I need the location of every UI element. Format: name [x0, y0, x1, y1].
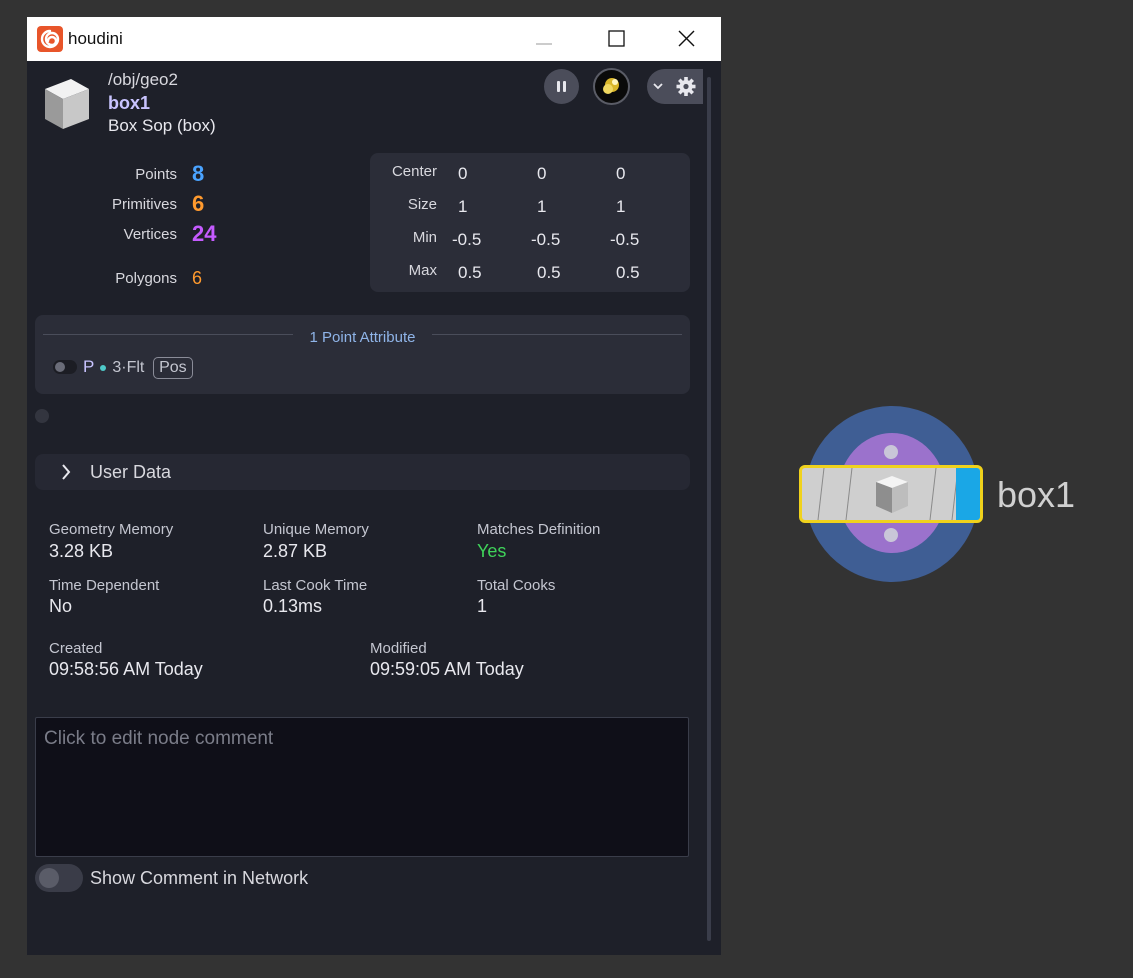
attribute-row-p[interactable]: P 3·Flt Pos — [83, 357, 193, 379]
unique-memory-value: 2.87 KB — [263, 541, 328, 561]
max-label: Max — [408, 262, 437, 279]
min-label: Min — [412, 229, 437, 246]
modified-value: 09:59:05 AM Today — [370, 659, 524, 679]
options-menu-button[interactable] — [647, 69, 703, 104]
node-comment-input[interactable] — [36, 718, 688, 856]
node-path: /obj/geo2 — [108, 70, 178, 89]
polygons-label: Polygons — [115, 270, 177, 287]
pause-button[interactable] — [544, 69, 579, 104]
attribute-dot-icon — [100, 364, 107, 371]
input-connector[interactable] — [884, 445, 898, 459]
time-dependent-value: No — [49, 596, 73, 616]
houdini-logo-icon — [37, 26, 63, 52]
matches-definition-label: Matches Definition — [477, 521, 601, 538]
close-icon — [678, 30, 695, 47]
last-cook-time-label: Last Cook Time — [263, 577, 368, 594]
center-x: 0 — [458, 164, 468, 183]
node-name: box1 — [108, 93, 151, 113]
chevron-right-icon — [62, 464, 71, 480]
minimize-button[interactable] — [524, 23, 568, 55]
points-value: 8 — [192, 161, 205, 186]
min-y: -0.5 — [531, 230, 561, 249]
houdini-window: houdini /obj/geo2 box1 Box Sop (box) Poi… — [27, 17, 721, 955]
max-y: 0.5 — [537, 263, 561, 282]
size-z: 1 — [616, 197, 626, 216]
geometry-memory-label: Geometry Memory — [49, 521, 174, 538]
close-button[interactable] — [664, 23, 708, 55]
min-x: -0.5 — [452, 230, 482, 249]
vertices-label: Vertices — [123, 226, 177, 243]
size-x: 1 — [458, 197, 468, 216]
box-node-icon — [41, 75, 93, 131]
attribute-toggle[interactable] — [53, 360, 77, 374]
box-node-icon — [876, 476, 908, 513]
center-label: Center — [391, 163, 437, 180]
points-label: Points — [135, 166, 177, 183]
attributes-title: 1 Point Attribute — [309, 329, 416, 346]
time-dependent-label: Time Dependent — [49, 577, 160, 594]
node-comment-box[interactable] — [35, 717, 689, 857]
attribute-tag: Pos — [153, 357, 193, 379]
total-cooks-value: 1 — [477, 596, 488, 616]
status-dot-icon — [35, 409, 49, 423]
size-y: 1 — [537, 197, 547, 216]
vertices-value: 24 — [192, 221, 217, 246]
user-data-label: User Data — [90, 462, 172, 482]
created-value: 09:58:56 AM Today — [49, 659, 203, 679]
unique-memory-label: Unique Memory — [263, 521, 369, 538]
last-cook-time-value: 0.13ms — [263, 596, 323, 616]
node-type: Box Sop (box) — [108, 116, 216, 135]
node-info-panel: /obj/geo2 box1 Box Sop (box) Points 8 Pr… — [27, 61, 721, 955]
geometry-memory-value: 3.28 KB — [49, 541, 114, 561]
vertical-scrollbar[interactable] — [707, 77, 711, 941]
modified-label: Modified — [370, 640, 427, 657]
maximize-button[interactable] — [594, 23, 638, 55]
polygons-value: 6 — [192, 268, 203, 288]
network-node-box1[interactable] — [799, 465, 983, 523]
gear-icon — [676, 77, 696, 96]
max-x: 0.5 — [458, 263, 482, 282]
attribute-type: 3·Flt — [112, 359, 145, 376]
attribute-name: P — [83, 357, 95, 376]
display-flag[interactable] — [956, 468, 980, 520]
total-cooks-label: Total Cooks — [477, 577, 556, 594]
pause-icon — [557, 81, 560, 92]
max-z: 0.5 — [616, 263, 640, 282]
show-comment-toggle[interactable] — [35, 864, 83, 892]
user-data-section[interactable]: User Data — [35, 454, 690, 490]
bounding-box-panel: Center 0 0 0 Size 1 1 1 Min -0.5 -0.5 -0… — [370, 153, 690, 292]
min-z: -0.5 — [610, 230, 640, 249]
created-label: Created — [49, 640, 103, 657]
output-connector[interactable] — [884, 528, 898, 542]
point-attributes-panel: 1 Point Attribute P 3·Flt Pos — [35, 315, 690, 394]
primitives-value: 6 — [192, 191, 205, 216]
center-z: 0 — [616, 164, 626, 183]
title-bar[interactable]: houdini — [27, 17, 721, 61]
render-preview-button[interactable] — [593, 68, 630, 105]
render-icon — [603, 78, 619, 94]
size-label: Size — [407, 196, 437, 213]
show-comment-label: Show Comment in Network — [90, 868, 309, 888]
window-title: houdini — [68, 29, 123, 48]
chevron-down-icon — [653, 83, 663, 90]
center-y: 0 — [537, 164, 547, 183]
matches-definition-value: Yes — [477, 541, 507, 561]
network-node-label: box1 — [997, 474, 1076, 515]
primitives-label: Primitives — [111, 196, 177, 213]
